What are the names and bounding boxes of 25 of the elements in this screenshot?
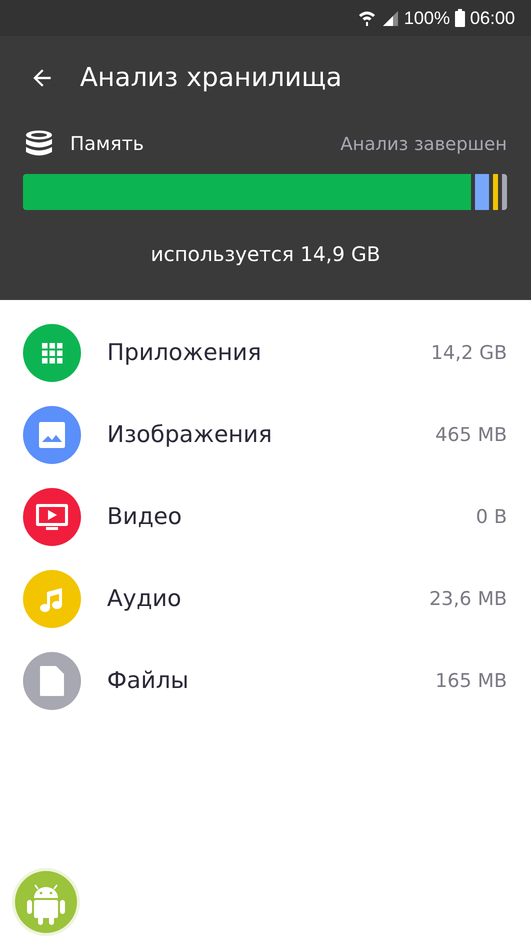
category-name: Приложения <box>107 340 262 366</box>
storage-label: Память <box>70 133 144 155</box>
category-size: 14,2 GB <box>430 342 507 364</box>
category-name: Аудио <box>107 586 182 612</box>
analysis-status: Анализ завершен <box>340 134 507 154</box>
category-name: Изображения <box>107 422 272 448</box>
category-name: Файлы <box>107 668 189 694</box>
signal-icon <box>380 9 399 27</box>
category-size: 0 B <box>476 506 507 528</box>
battery-icon <box>454 9 465 27</box>
battery-percent: 100% <box>404 8 450 28</box>
category-item[interactable]: Видео 0 B <box>0 476 531 558</box>
clock: 06:00 <box>470 8 515 28</box>
wifi-icon <box>358 9 376 27</box>
category-item[interactable]: Аудио 23,6 MB <box>0 558 531 640</box>
category-size: 23,6 MB <box>429 588 507 610</box>
category-size: 465 MB <box>435 424 507 446</box>
category-item[interactable]: Приложения 14,2 GB <box>0 312 531 394</box>
category-size: 165 MB <box>435 670 507 692</box>
database-icon <box>24 130 54 158</box>
category-item[interactable]: Файлы 165 MB <box>0 640 531 722</box>
screen-title: Анализ хранилища <box>80 63 342 93</box>
category-name: Видео <box>107 504 182 530</box>
used-storage-text: используется 14,9 GB <box>150 241 382 268</box>
category-item[interactable]: Изображения 465 MB <box>0 394 531 476</box>
